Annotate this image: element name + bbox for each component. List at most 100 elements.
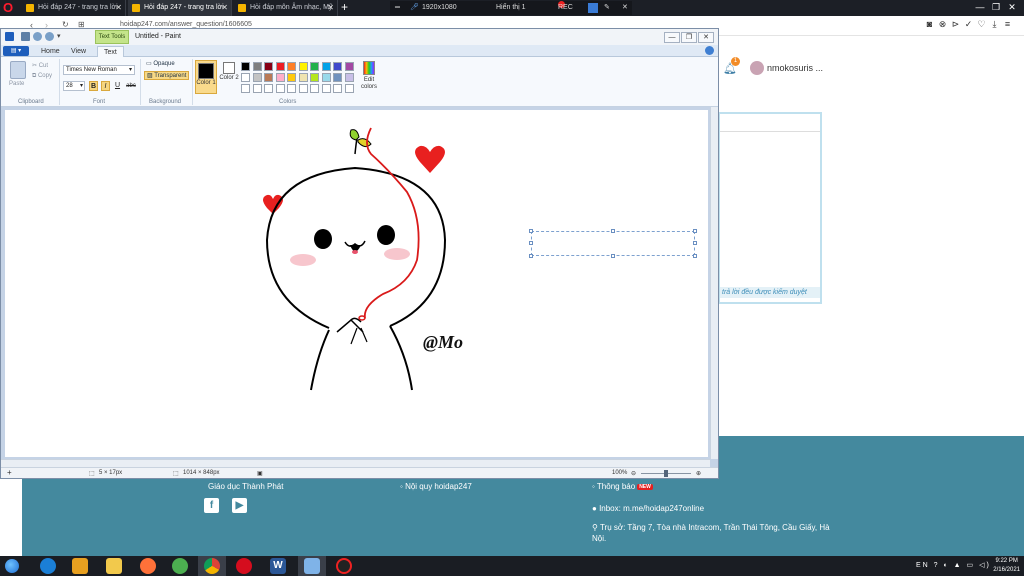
paint-icon[interactable] xyxy=(304,558,320,574)
tab-home[interactable]: Home xyxy=(35,46,66,57)
cut-button[interactable]: ✂ Cut xyxy=(32,62,48,69)
palette-swatch[interactable] xyxy=(298,84,308,93)
palette-swatch[interactable] xyxy=(264,73,273,82)
paste-button[interactable]: Paste xyxy=(9,81,24,87)
footer-inbox[interactable]: ● Inbox: m.me/hoidap247online xyxy=(592,504,704,513)
tab-view[interactable]: View xyxy=(65,46,92,57)
start-button[interactable] xyxy=(5,559,19,573)
undo-icon[interactable] xyxy=(33,32,42,41)
resize-handle[interactable] xyxy=(529,241,533,245)
palette-swatch[interactable] xyxy=(252,84,262,93)
palette-swatch[interactable] xyxy=(310,73,319,82)
file-menu-button[interactable]: ▤ ▾ xyxy=(3,46,29,56)
drawing-canvas[interactable]: @Mo xyxy=(5,110,708,457)
opera-logo-icon[interactable]: O xyxy=(3,1,17,15)
resize-handle[interactable] xyxy=(529,229,533,233)
system-tray[interactable]: EN ? ◐ ▲ ▭ ◁) xyxy=(916,561,991,569)
palette-swatch[interactable] xyxy=(264,62,273,71)
word-icon[interactable]: W xyxy=(270,558,286,574)
italic-button[interactable]: I xyxy=(101,81,110,91)
zoom-slider-thumb[interactable] xyxy=(664,470,668,477)
recorder-stop-icon[interactable] xyxy=(588,3,598,13)
text-box-selection[interactable] xyxy=(529,229,697,258)
quick-access-dropdown-icon[interactable]: ▾ xyxy=(57,32,61,40)
palette-swatch[interactable] xyxy=(275,73,285,82)
opera-icon[interactable] xyxy=(236,558,252,574)
heart-icon[interactable]: ♡ xyxy=(975,19,988,30)
resize-handle[interactable] xyxy=(611,229,615,233)
url-field[interactable]: hoidap247.com/answer_question/1606605 xyxy=(120,21,252,28)
palette-swatch[interactable] xyxy=(241,84,250,93)
chrome-icon[interactable] xyxy=(204,558,220,574)
recorder-display[interactable]: Hiển thị 1 xyxy=(496,1,526,15)
vertical-scrollbar[interactable] xyxy=(710,107,718,459)
edit-colors-button[interactable]: Edit colors xyxy=(359,60,379,91)
minimize-icon[interactable]: — xyxy=(972,0,988,15)
resize-handle[interactable] xyxy=(693,241,697,245)
underline-button[interactable]: U xyxy=(113,81,122,91)
tab-close-icon[interactable]: ✕ xyxy=(221,0,228,16)
clock[interactable]: 9:22 PM 2/16/2021 xyxy=(993,557,1020,575)
firefox-icon[interactable] xyxy=(140,558,156,574)
media-player-icon[interactable] xyxy=(72,558,88,574)
strikethrough-button[interactable]: abc xyxy=(125,81,137,91)
palette-swatch[interactable] xyxy=(287,73,296,82)
color2-button[interactable]: Color 2 xyxy=(218,60,240,94)
recorder-close-icon[interactable]: ✕ xyxy=(622,1,628,15)
recorder-app-icon[interactable] xyxy=(336,558,352,574)
new-tab-button[interactable]: + xyxy=(341,0,348,15)
bookmark-icon[interactable]: ✓ xyxy=(962,19,975,30)
palette-swatch[interactable] xyxy=(344,73,354,82)
color1-button[interactable]: Color 1 xyxy=(195,60,217,94)
palette-swatch[interactable] xyxy=(275,62,285,71)
youtube-icon[interactable]: ▶ xyxy=(232,498,247,513)
username[interactable]: nmokosuris ... xyxy=(767,63,823,73)
palette-swatch[interactable] xyxy=(241,62,250,71)
font-size-select[interactable]: 28 ▾ xyxy=(63,81,85,91)
footer-rules-link[interactable]: ◦ Nội quy hoidap247 xyxy=(400,482,472,491)
microphone-icon[interactable]: 🎤︎ xyxy=(410,1,419,15)
palette-swatch[interactable] xyxy=(321,62,331,71)
maximize-icon[interactable]: ❐ xyxy=(988,0,1004,15)
palette-swatch[interactable] xyxy=(241,73,250,82)
paint-minimize-icon[interactable]: — xyxy=(664,32,680,43)
horizontal-scrollbar[interactable] xyxy=(1,459,710,467)
bold-button[interactable]: B xyxy=(89,81,98,91)
help-icon[interactable] xyxy=(705,46,714,55)
resize-handle[interactable] xyxy=(693,254,697,258)
palette-swatch[interactable] xyxy=(344,62,354,71)
palette-swatch[interactable] xyxy=(321,73,331,82)
recorder-menu-icon[interactable]: ═ xyxy=(395,1,400,15)
recorder-resolution[interactable]: 1920x1080 xyxy=(422,1,457,15)
opaque-option[interactable]: ▭ Opaque xyxy=(144,60,177,69)
palette-swatch[interactable] xyxy=(298,62,308,71)
camera-icon[interactable]: ◙ xyxy=(923,19,936,29)
resize-handle[interactable] xyxy=(693,229,697,233)
palette-swatch[interactable] xyxy=(333,84,342,93)
redo-icon[interactable] xyxy=(45,32,54,41)
resize-handle[interactable] xyxy=(529,254,533,258)
tab-close-icon[interactable]: ✕ xyxy=(327,0,334,16)
paint-maximize-icon[interactable]: ❐ xyxy=(681,32,697,43)
palette-swatch[interactable] xyxy=(252,73,262,82)
palette-swatch[interactable] xyxy=(344,84,354,93)
palette-swatch[interactable] xyxy=(333,73,342,82)
paint-close-icon[interactable]: ✕ xyxy=(698,32,714,43)
browser-tab-1[interactable]: Hỏi đáp 247 - trang tra lời ✕ xyxy=(22,0,126,16)
zoom-in-icon[interactable]: ⊕ xyxy=(696,470,701,477)
paste-icon[interactable] xyxy=(10,61,26,79)
palette-swatch[interactable] xyxy=(252,62,262,71)
palette-swatch[interactable] xyxy=(287,84,296,93)
browser-tab-3[interactable]: Hỏi đáp môn Âm nhạc, Mỹ ✕ xyxy=(234,0,338,16)
avatar[interactable] xyxy=(750,61,764,75)
close-icon[interactable]: ✕ xyxy=(1004,0,1020,15)
font-family-select[interactable]: Times New Roman ▾ xyxy=(63,65,135,75)
paint-app-icon[interactable] xyxy=(5,32,14,41)
palette-swatch[interactable] xyxy=(333,62,342,71)
browser-tab-2[interactable]: Hỏi đáp 247 - trang tra lời ✕ xyxy=(128,0,232,16)
copy-button[interactable]: ⧉ Copy xyxy=(32,73,52,80)
facebook-icon[interactable]: f xyxy=(204,498,219,513)
zoom-out-icon[interactable]: ⊖ xyxy=(631,470,636,477)
palette-swatch[interactable] xyxy=(287,62,296,71)
save-icon[interactable] xyxy=(21,32,30,41)
